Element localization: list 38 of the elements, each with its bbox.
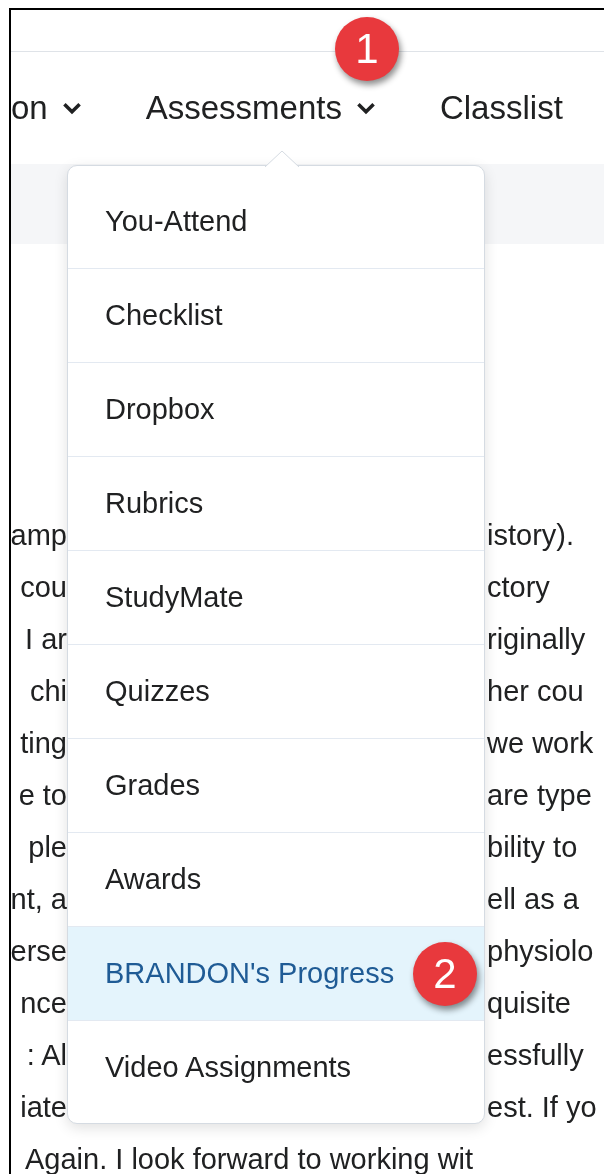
menu-item[interactable]: Rubrics [68, 457, 484, 551]
text-fragment: her cou [487, 675, 584, 708]
nav-tab[interactable]: Classlist [439, 83, 563, 133]
text-fragment: e to [18, 778, 67, 814]
text-fragment: chi [29, 674, 67, 710]
text-fragment: amp [11, 518, 67, 554]
text-fragment: cou [20, 570, 67, 606]
nav-tab[interactable]: on [11, 83, 82, 133]
text-fragment: est. If yo [487, 1091, 597, 1124]
text-fragment: riginally [487, 623, 586, 656]
text-fragment: we work [487, 727, 594, 760]
text-fragment: iate [20, 1090, 67, 1126]
menu-item[interactable]: BRANDON's Progress 2 [68, 927, 484, 1021]
nav-tab[interactable]: Assessments [145, 83, 376, 133]
text-fragment: erse [11, 934, 67, 970]
text-fragment: nt, a [11, 882, 67, 918]
text-fragment: ell as a [487, 883, 579, 916]
text-fragment: nce [20, 986, 67, 1022]
text-fragment: essfully [487, 1039, 584, 1072]
menu-item[interactable]: Quizzes [68, 645, 484, 739]
text-fragment: physiolo [487, 935, 594, 968]
text-fragment: bility to [487, 831, 578, 864]
menu-item[interactable]: You-Attend [68, 175, 484, 269]
menu-item[interactable]: StudyMate [68, 551, 484, 645]
menu-item[interactable]: Grades [68, 739, 484, 833]
text-fragment: ting [20, 726, 67, 762]
text-fragment: I ar [25, 622, 67, 658]
step-number-badge: 2 [413, 942, 477, 1006]
text-fragment: quisite [487, 987, 571, 1020]
text-fragment: ple [28, 830, 67, 866]
menu-item[interactable]: Video Assignments [68, 1021, 484, 1115]
menu-item[interactable]: Dropbox [68, 363, 484, 457]
menu-item[interactable]: Checklist [68, 269, 484, 363]
text-fragment: istory). [487, 519, 574, 552]
text-fragment: ctory [487, 571, 550, 604]
text-fragment: : Al [26, 1038, 67, 1074]
step-number-badge: 1 [334, 17, 399, 82]
text-fragment: are type [487, 779, 592, 812]
